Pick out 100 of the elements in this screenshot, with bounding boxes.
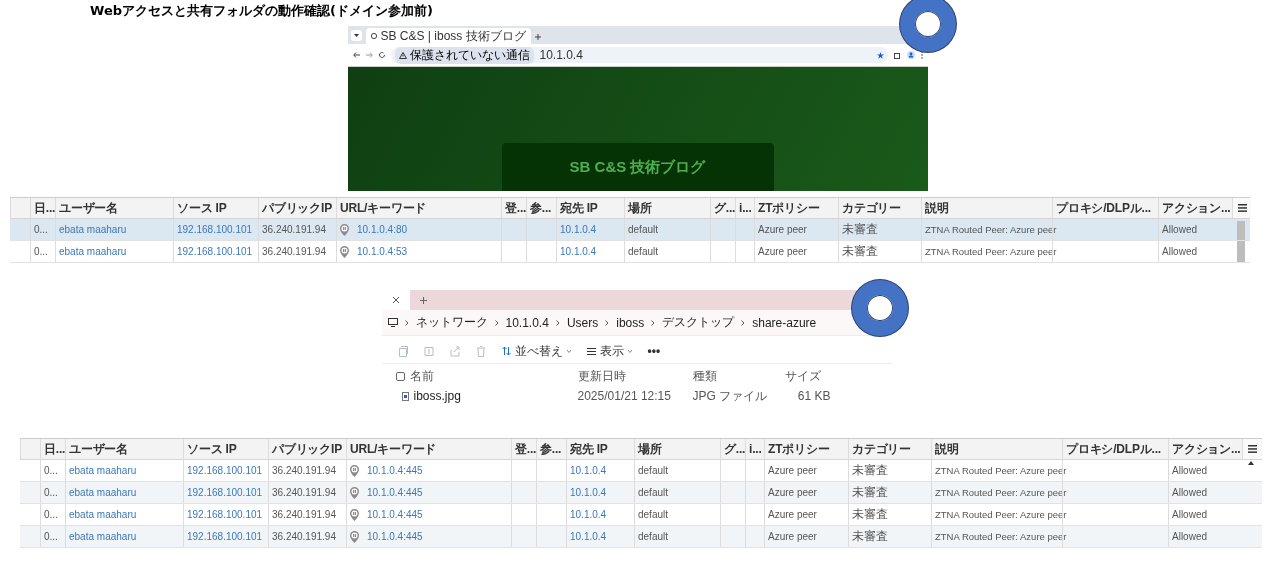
log-row[interactable]: 0... ebata maaharu 192.168.100.101 36.240.191.94 10.1.0.4:445 10.1.0.4 default Azure peer 未審査 ZTNA Routed Peer: Azure peer Allowed [20,504,1262,526]
link-cell[interactable]: 10.1.0.4:445 [367,487,423,498]
link-cell[interactable]: 192.168.100.101 [187,531,263,542]
column-header[interactable]: ZTポリシー [768,440,830,458]
table-cell: Azure peer [768,531,817,542]
profile-icon[interactable] [906,51,915,59]
more-button[interactable]: ••• [647,344,661,358]
more-icon[interactable] [920,51,923,59]
link-cell[interactable]: ebata maaharu [69,465,137,476]
breadcrumb-item[interactable]: デスクトップ [662,314,735,331]
column-header[interactable]: 説明 [925,199,949,217]
column-header[interactable]: URL/キーワード [350,440,437,458]
chevron-icon [741,319,746,326]
column-menu-button[interactable] [1242,439,1261,459]
column-header[interactable]: カテゴリー [852,440,911,458]
reload-icon[interactable] [378,52,385,58]
column-header[interactable]: グ... [714,199,736,217]
link-cell[interactable]: 10.1.0.4:445 [367,465,423,476]
column-header[interactable]: 登... [515,440,537,458]
image-file-icon [401,391,409,401]
column-header[interactable]: i... [749,442,762,456]
link-cell[interactable]: 10.1.0.4:445 [367,531,423,542]
column-header[interactable]: i... [739,201,752,215]
link-cell[interactable]: 192.168.100.101 [177,246,253,257]
column-header[interactable]: 場所 [628,199,652,217]
column-header[interactable]: サイズ [784,367,821,385]
column-menu-button[interactable] [1232,198,1251,218]
column-header[interactable]: ソース IP [187,440,237,458]
log-row[interactable]: 0... ebata maaharu 192.168.100.101 36.240.191.94 10.1.0.4:53 10.1.0.4 default Azure peer 未審査 ZTNA Routed Peer: Azure peer Allowed [10,241,1250,263]
new-tab-icon[interactable] [419,296,427,304]
tab-list-button[interactable] [350,30,362,41]
column-header[interactable]: アクション... [1162,199,1231,217]
column-header[interactable]: 日... [34,199,56,217]
sort-button[interactable]: 並べ替え [501,342,571,360]
column-header[interactable]: ユーザー名 [69,440,128,458]
link-cell[interactable]: ebata maaharu [59,224,127,235]
link-cell[interactable]: 10.1.0.4:53 [357,246,408,257]
link-cell[interactable]: ebata maaharu [69,509,137,520]
column-header[interactable]: 説明 [935,440,959,458]
scrollbar-drawing[interactable] [1237,219,1245,240]
log-row[interactable]: 0... ebata maaharu 192.168.100.101 36.240.191.94 10.1.0.4:80 10.1.0.4 default Azure peer 未審査 ZTNA Routed Peer: Azure peer Allowed [10,219,1250,241]
column-header[interactable]: ユーザー名 [59,199,118,217]
link-cell[interactable]: ebata maaharu [59,246,127,257]
new-tab-icon[interactable] [534,34,541,40]
link-cell[interactable]: 10.1.0.4:80 [357,224,408,235]
star-icon[interactable] [876,51,884,59]
column-header[interactable]: 宛先 IP [570,440,608,458]
link-cell[interactable]: ebata maaharu [69,531,137,542]
computer-icon[interactable] [387,318,398,327]
column-header[interactable]: プロキシ/DLPル... [1056,199,1151,217]
column-header[interactable]: 場所 [638,440,662,458]
breadcrumb-item[interactable]: 10.1.0.4 [505,315,549,330]
column-header[interactable]: アクション... [1172,440,1241,458]
column-header[interactable]: URL/キーワード [340,199,427,217]
link-cell[interactable]: 10.1.0.4 [570,509,607,520]
link-cell[interactable]: 192.168.100.101 [187,465,263,476]
column-header[interactable]: 種類 [692,367,717,385]
breadcrumb-item[interactable]: share-azure [752,315,817,330]
table-cell: Azure peer [768,487,817,498]
link-cell[interactable]: 10.1.0.4 [560,224,597,235]
column-header[interactable]: プロキシ/DLPル... [1066,440,1161,458]
breadcrumb-item[interactable]: Users [566,315,599,330]
link-cell[interactable]: 10.1.0.4:445 [367,509,423,520]
link-cell[interactable]: 10.1.0.4 [560,246,597,257]
view-button[interactable]: 表示 [586,342,632,360]
column-header[interactable]: 参... [540,440,562,458]
link-cell[interactable]: 192.168.100.101 [187,509,263,520]
log-row[interactable]: 0... ebata maaharu 192.168.100.101 36.240.191.94 10.1.0.4:445 10.1.0.4 default Azure peer 未審査 ZTNA Routed Peer: Azure peer Allowed [20,482,1262,504]
breadcrumb-item[interactable]: ネットワーク [415,314,488,331]
address-bar[interactable]: 保護されていない通信 10.1.0.4 [390,47,888,63]
link-cell[interactable]: 10.1.0.4 [570,531,607,542]
column-header[interactable]: 登... [505,199,527,217]
column-header[interactable]: ZTポリシー [758,199,820,217]
log-row[interactable]: 0... ebata maaharu 192.168.100.101 36.240.191.94 10.1.0.4:445 10.1.0.4 default Azure peer 未審査 ZTNA Routed Peer: Azure peer Allowed [20,460,1262,482]
back-icon[interactable] [352,52,360,58]
list-icon [586,347,596,355]
column-header[interactable]: カテゴリー [842,199,901,217]
column-header[interactable]: 日... [44,440,66,458]
link-cell[interactable]: 10.1.0.4 [570,465,607,476]
column-header[interactable]: 参... [530,199,552,217]
column-header[interactable]: 名前 [409,367,434,385]
column-header[interactable]: パブリックIP [262,199,332,217]
select-all-checkbox[interactable] [395,371,405,381]
link-cell[interactable]: ebata maaharu [69,487,137,498]
column-header[interactable]: ソース IP [177,199,227,217]
scrollbar-drawing[interactable] [1237,241,1245,262]
breadcrumb-item[interactable]: iboss [616,315,645,330]
file-row[interactable]: iboss.jpg 2025/01/21 12:15 JPG ファイル 61 KB [381,388,892,404]
column-header[interactable]: グ... [724,440,746,458]
column-header[interactable]: パブリックIP [272,440,342,458]
link-cell[interactable]: 192.168.100.101 [177,224,253,235]
caret-icon [353,34,359,37]
log-row[interactable]: 0... ebata maaharu 192.168.100.101 36.240.191.94 10.1.0.4:445 10.1.0.4 default Azure peer 未審査 ZTNA Routed Peer: Azure peer Allowed [20,526,1262,548]
security-warning-chip[interactable]: 保護されていない通信 [394,46,534,64]
link-cell[interactable]: 10.1.0.4 [570,487,607,498]
table-cell: 0... [44,487,58,498]
column-header[interactable]: 更新日時 [577,367,626,385]
column-header[interactable]: 宛先 IP [560,199,598,217]
link-cell[interactable]: 192.168.100.101 [187,487,263,498]
browser-tab[interactable]: SB C&S | iboss 技術ブログ [365,28,531,44]
